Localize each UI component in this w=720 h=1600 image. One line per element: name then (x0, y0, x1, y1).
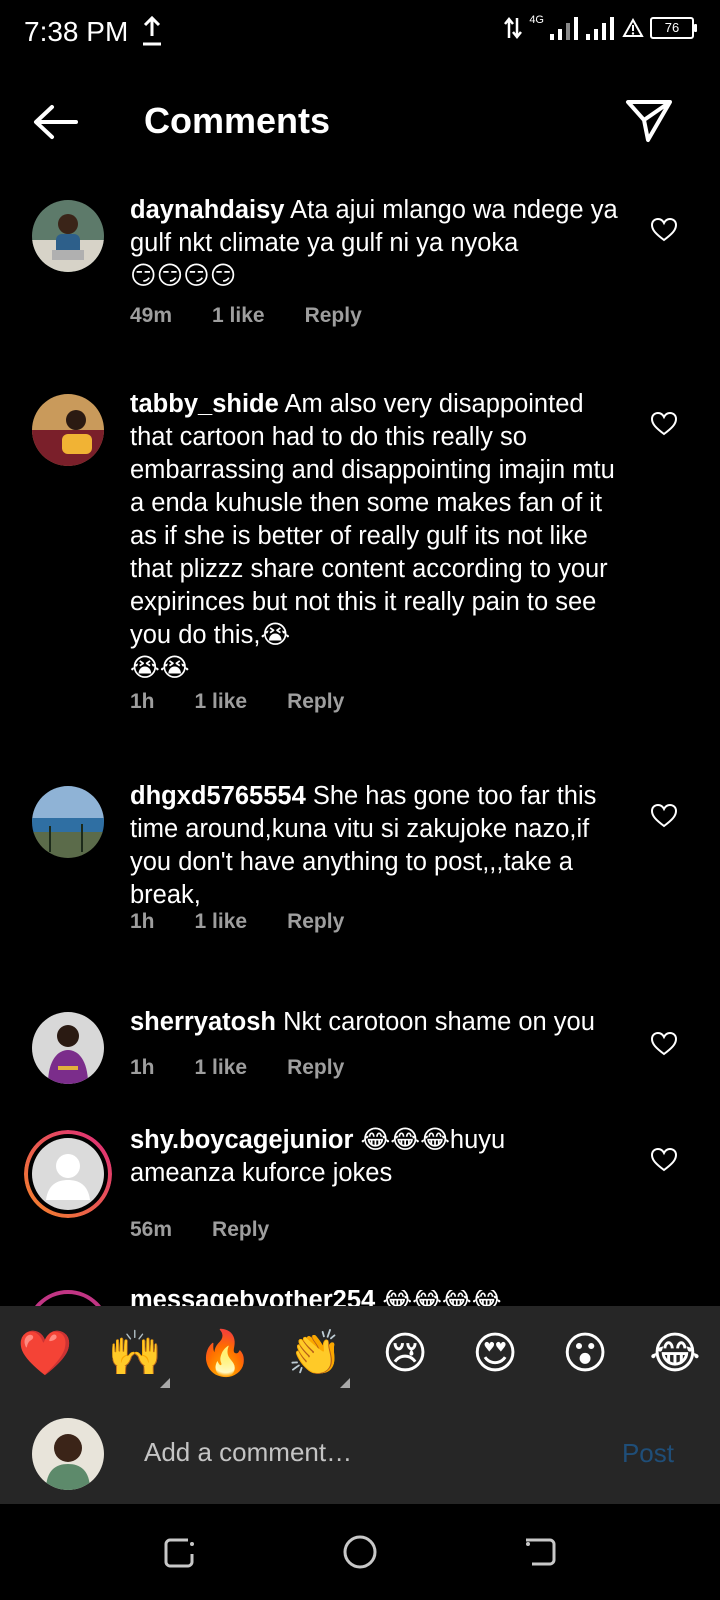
status-time: 7:38 PM (24, 16, 129, 47)
comment-text-block: dhgxd5765554 She has gone too far this t… (130, 780, 630, 912)
arrow-left-icon[interactable] (30, 100, 82, 144)
avatar[interactable] (32, 1012, 104, 1084)
back-icon[interactable] (520, 1532, 560, 1572)
comment-text-block: shy.boycagejunior 😂😂😂huyu ameanza kuforc… (130, 1124, 560, 1190)
comment-meta: 1h 1 like Reply (130, 910, 344, 934)
comment-username[interactable]: sherryatosh (130, 1008, 276, 1036)
reply-button[interactable]: Reply (287, 910, 344, 934)
emoji-heart-eyes[interactable]: 😍 (466, 1328, 524, 1380)
comment-username[interactable]: tabby_shide (130, 390, 279, 418)
comment-text-block: daynahdaisy Ata ajui mlango wa ndege ya … (130, 194, 630, 293)
comment-meta: 56m Reply (130, 1218, 269, 1242)
heart-icon[interactable] (650, 410, 678, 438)
status-bar: 7:38 PM 4G 76 (0, 0, 720, 64)
status-icons: 4G 76 (503, 14, 697, 40)
header: Comments (0, 80, 720, 160)
post-button[interactable]: Post (622, 1438, 674, 1469)
comment-time: 56m (130, 1218, 173, 1241)
data-arrows-icon (504, 16, 523, 40)
battery-level: 76 (664, 20, 680, 35)
page-title: Comments (144, 100, 331, 141)
signal-icon (550, 17, 578, 40)
signal-icon (586, 17, 614, 40)
comment-time: 49m (130, 304, 173, 327)
comment-meta: 49m 1 like Reply (130, 304, 362, 328)
comment-input[interactable] (144, 1430, 584, 1474)
emoji-crying-face[interactable]: 😢 (376, 1328, 434, 1380)
emoji-surprised-face[interactable]: 😮 (556, 1328, 614, 1380)
upload-icon (143, 15, 161, 46)
comment-username[interactable]: dhgxd5765554 (130, 782, 306, 810)
comment-composer: Post (0, 1402, 720, 1504)
heart-icon[interactable] (650, 216, 678, 244)
recent-apps-icon[interactable] (160, 1532, 200, 1572)
comment-text-block: sherryatosh Nkt carotoon shame on you (130, 1006, 650, 1039)
heart-icon[interactable] (650, 1030, 678, 1058)
emoji-raising-hands[interactable]: 🙌 (106, 1328, 164, 1380)
system-nav-bar (0, 1504, 720, 1600)
comment-likes[interactable]: 1 like (195, 910, 248, 934)
reply-button[interactable]: Reply (212, 1218, 269, 1242)
comment-username[interactable]: messagebyother254 (130, 1290, 375, 1306)
comment-text-block: messagebyother254 😂😂😂😂 (130, 1290, 502, 1306)
comment-emoji: 😏😏😏😏 (130, 262, 237, 290)
comment-text-block: tabby_shide Am also very disappointed th… (130, 388, 630, 685)
reply-button[interactable]: Reply (287, 1056, 344, 1080)
emoji-red-heart[interactable]: ❤️ (16, 1328, 74, 1380)
comment-meta: 1h 1 like Reply (130, 1056, 344, 1080)
comment-likes[interactable]: 1 like (212, 304, 265, 328)
heart-icon[interactable] (650, 802, 678, 830)
comment-time: 1h (130, 690, 155, 713)
comment-text: Am also very disappointed that cartoon h… (130, 390, 615, 649)
partial-comment: messagebyother254 😂😂😂😂 (0, 1290, 720, 1306)
comment-emoji: 😂😂😂😂 (382, 1290, 502, 1306)
avatar[interactable] (32, 200, 104, 272)
emoji-quick-reactions: ❤️ 🙌 🔥 👏 😢 😍 😮 😂 (0, 1306, 720, 1402)
emoji-tears-of-joy[interactable]: 😂 (646, 1328, 704, 1380)
avatar[interactable] (32, 394, 104, 466)
reply-button[interactable]: Reply (305, 304, 362, 328)
home-icon[interactable] (340, 1532, 380, 1572)
comment-username[interactable]: shy.boycagejunior (130, 1126, 353, 1154)
paper-plane-icon[interactable] (624, 96, 674, 146)
comment-likes[interactable]: 1 like (195, 1056, 248, 1080)
alert-icon (622, 18, 644, 37)
comment-meta: 1h 1 like Reply (130, 690, 344, 714)
avatar[interactable] (26, 1290, 110, 1306)
skin-tone-indicator (160, 1378, 170, 1388)
battery-icon: 76 (650, 17, 697, 39)
comment-likes[interactable]: 1 like (195, 690, 248, 714)
avatar[interactable] (24, 1130, 112, 1218)
emoji-clapping-hands[interactable]: 👏 (286, 1328, 344, 1380)
skin-tone-indicator (340, 1378, 350, 1388)
comment-time: 1h (130, 910, 155, 933)
reply-button[interactable]: Reply (287, 690, 344, 714)
network-type: 4G (529, 14, 544, 26)
comment-time: 1h (130, 1056, 155, 1079)
avatar[interactable] (32, 786, 104, 858)
heart-icon[interactable] (650, 1146, 678, 1174)
comment-username[interactable]: daynahdaisy (130, 196, 284, 224)
avatar (32, 1418, 104, 1490)
comment-emoji: 😭😭 (130, 654, 190, 682)
comment-text: Nkt carotoon shame on you (275, 1008, 595, 1036)
emoji-fire[interactable]: 🔥 (196, 1328, 254, 1380)
